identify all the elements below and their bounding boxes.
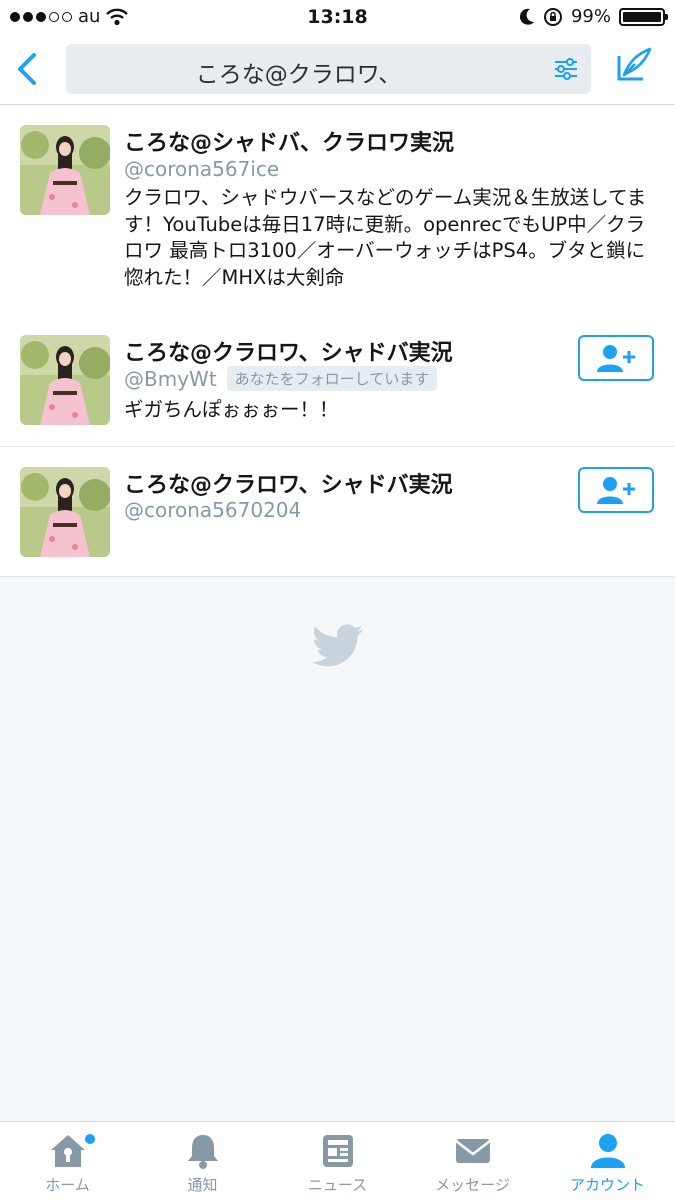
- user-results-list: ころな@シャドバ、クラロワ実況 @corona567ice クラロワ、シャドウバ…: [0, 105, 675, 316]
- tab-news[interactable]: ニュース: [270, 1122, 405, 1200]
- follow-button[interactable]: [578, 467, 654, 513]
- add-user-icon: [597, 477, 635, 504]
- battery-icon: [619, 7, 668, 26]
- rotation-lock-icon: [543, 7, 562, 26]
- tab-label: 通知: [187, 1176, 218, 1194]
- battery-percent: 99%: [570, 6, 611, 27]
- search-header: ころな@クラロワ、: [0, 34, 675, 105]
- add-user-icon: [597, 345, 635, 372]
- user-bio: ギガちんぽぉぉぉー！！: [124, 398, 339, 421]
- tab-label: ホーム: [45, 1176, 90, 1194]
- search-query: ころな@クラロワ、: [195, 62, 402, 88]
- notification-dot: [85, 1134, 95, 1144]
- user-bio: クラロワ、シャドウバースなどのゲーム実況＆生放送してます！YouTubeは毎日1…: [124, 186, 647, 289]
- tab-account[interactable]: アカウント: [540, 1122, 675, 1200]
- moon-icon: [519, 8, 534, 25]
- compose-icon[interactable]: [615, 46, 653, 84]
- user-handle-line: @corona5670204: [124, 498, 301, 522]
- user-result-row[interactable]: ころな@クラロワ、シャドバ実況 @corona5670204: [0, 447, 675, 577]
- tab-messages[interactable]: メッセージ: [405, 1122, 540, 1200]
- back-chevron-icon[interactable]: [12, 50, 42, 88]
- status-right: 99%: [519, 6, 668, 27]
- user-handle: @corona5670204: [124, 498, 302, 522]
- news-icon: [322, 1135, 353, 1167]
- user-result-row[interactable]: ころな@シャドバ、クラロワ実況 @corona567ice クラロワ、シャドウバ…: [0, 105, 675, 316]
- twitter-bird-icon: [312, 624, 364, 667]
- follows-you-badge: あなたをフォローしています: [226, 366, 438, 391]
- tab-label: アカウント: [569, 1176, 645, 1194]
- tab-notifications[interactable]: 通知: [135, 1122, 270, 1200]
- user-handle: @BmyWt: [124, 366, 217, 391]
- bell-icon: [187, 1135, 218, 1169]
- avatar[interactable]: [20, 467, 110, 557]
- search-input[interactable]: ころな@クラロワ、: [66, 44, 591, 94]
- follow-button[interactable]: [578, 335, 654, 381]
- user-display-name: ころな@クラロワ、シャドバ実況: [124, 473, 453, 498]
- sliders-icon[interactable]: [553, 57, 579, 81]
- tab-label: メッセージ: [435, 1176, 510, 1194]
- user-handle-line: @corona567ice: [124, 157, 279, 181]
- user-handle: @corona567ice: [124, 157, 280, 181]
- user-display-name: ころな@クラロワ、シャドバ実況: [124, 341, 453, 366]
- user-handle-line: @BmyWt あなたをフォローしています: [124, 366, 438, 391]
- tab-home[interactable]: ホーム: [0, 1122, 135, 1200]
- bottom-tab-bar: ホーム 通知 ニュース メッセージ アカウント: [0, 1121, 675, 1200]
- user-display-name: ころな@シャドバ、クラロワ実況: [124, 131, 455, 156]
- avatar[interactable]: [20, 125, 110, 215]
- envelope-icon: [454, 1139, 491, 1163]
- status-bar: au 13:18 99%: [0, 0, 675, 34]
- home-icon: [50, 1135, 85, 1167]
- avatar[interactable]: [20, 335, 110, 425]
- user-result-row[interactable]: ころな@クラロワ、シャドバ実況 @BmyWt あなたをフォローしています ギガち…: [0, 315, 675, 447]
- tab-label: ニュース: [307, 1176, 368, 1194]
- person-icon: [590, 1134, 625, 1168]
